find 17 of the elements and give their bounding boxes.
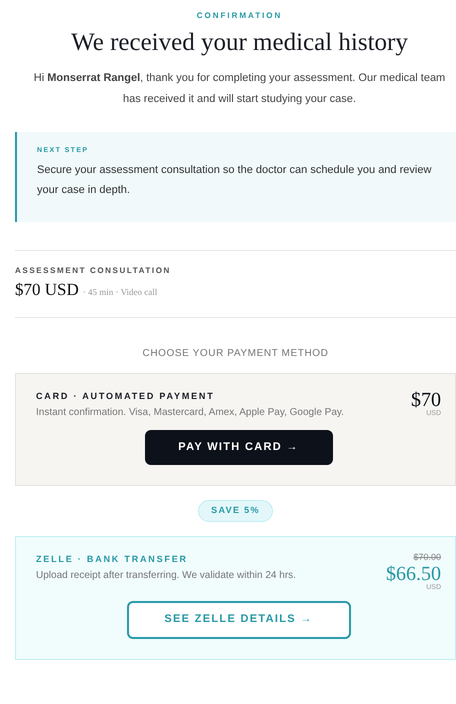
eyebrow-label: CONFIRMATION <box>196 10 282 22</box>
consultation-price: $70 USD <box>15 279 79 301</box>
method-title: ZELLE · BANK TRANSFER <box>36 552 189 566</box>
method-price: $70 <box>411 390 441 410</box>
old-price: $70.00 <box>413 552 441 562</box>
intro-text: Hi Monserrat Rangel, thank you for completing your assessment. Our medical team has received it and will start studying your case. <box>32 70 446 106</box>
section-heading: CHOOSE YOUR PAYMENT METHOD <box>142 346 328 360</box>
method-description: Instant confirmation. Visa, Mastercard, Amex, Apple Pay, Google Pay. <box>36 406 344 420</box>
consultation-details: · 45 min · Video call <box>82 286 158 299</box>
discount-badge: SAVE 5% <box>198 500 273 522</box>
method-title: CARD · AUTOMATED PAYMENT <box>36 390 216 402</box>
consultation-label: ASSESSMENT CONSULTATION <box>15 265 172 277</box>
method-price: $66.50 <box>386 564 441 584</box>
callout-text: Secure your assessment consultation so the doctor can schedule you and review your case in depth. <box>37 163 432 198</box>
page-title: We received your medical history <box>71 28 408 58</box>
method-description: Upload receipt after transferring. We validate within 24 hrs. <box>36 569 296 583</box>
pay-button[interactable]: PAY WITH CARD → <box>144 430 332 465</box>
